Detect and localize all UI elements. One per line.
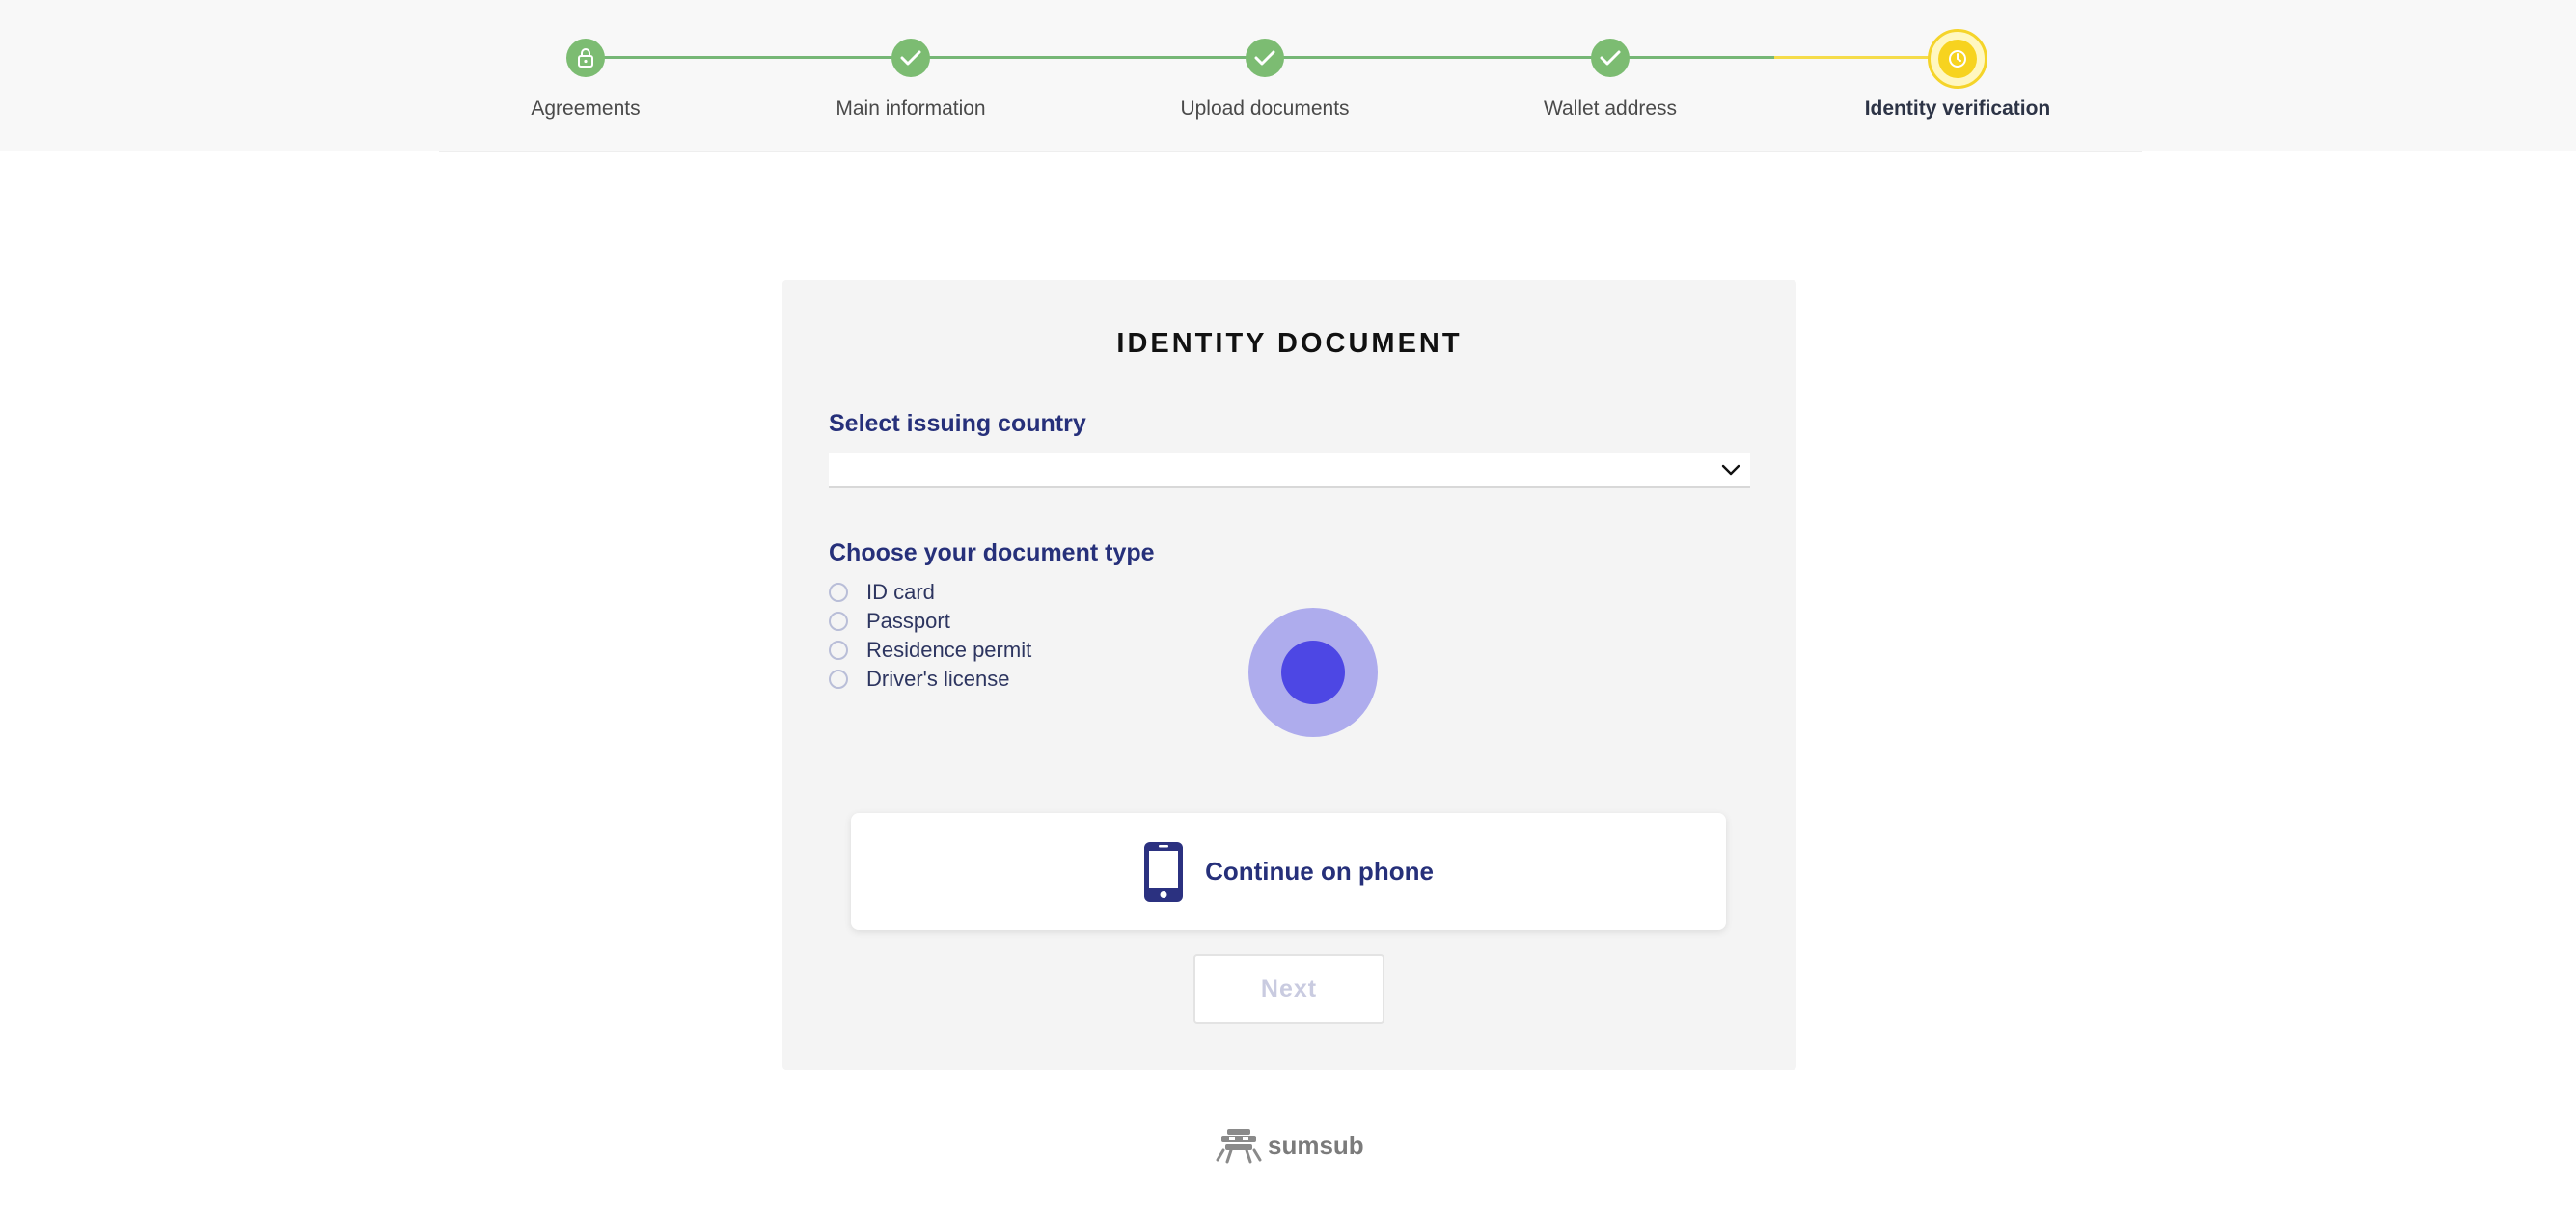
brand-name: sumsub: [1268, 1130, 1364, 1160]
option-label: ID card: [866, 580, 935, 604]
step-connector: [911, 56, 1265, 59]
step-label: Wallet address: [1543, 97, 1678, 120]
chevron-down-icon[interactable]: [1721, 463, 1740, 477]
step-label-active: Identity verification: [1864, 97, 2051, 120]
header-divider: [439, 151, 2142, 152]
step-agreements-indicator[interactable]: [566, 39, 605, 77]
radio-button[interactable]: [829, 612, 848, 631]
check-icon: [900, 50, 921, 66]
document-option-id-card[interactable]: ID card: [829, 580, 935, 605]
check-icon: [1254, 50, 1275, 66]
step-label: Agreements: [531, 97, 641, 120]
loading-spinner: [1248, 608, 1378, 737]
sumsub-logo-icon: [1216, 1129, 1262, 1164]
identity-document-card: IDENTITY DOCUMENT Select issuing country…: [782, 280, 1796, 1070]
option-label: Passport: [866, 609, 950, 633]
step-label: Upload documents: [1180, 97, 1350, 120]
country-label: Select issuing country: [829, 410, 1086, 437]
country-select[interactable]: [829, 453, 1750, 488]
radio-button[interactable]: [829, 583, 848, 602]
clock-icon: [1949, 50, 1966, 68]
progress-stepper: Agreements Main information Upload docum…: [0, 0, 2576, 151]
document-type-label: Choose your document type: [829, 539, 1155, 566]
step-identity-verification-indicator[interactable]: [1928, 29, 1987, 89]
step-main-information-indicator[interactable]: [891, 39, 930, 77]
step-connector: [1265, 56, 1610, 59]
lock-icon: [578, 48, 593, 68]
next-button[interactable]: Next: [1193, 954, 1384, 1024]
smartphone-icon: [1143, 841, 1184, 903]
radio-button[interactable]: [829, 670, 848, 689]
sumsub-logo: sumsub: [1216, 1126, 1364, 1164]
document-option-drivers-license[interactable]: Driver's license: [829, 667, 1009, 692]
step-upload-documents-indicator[interactable]: [1246, 39, 1284, 77]
loading-spinner-core: [1281, 641, 1345, 704]
continue-on-phone-label: Continue on phone: [1205, 857, 1434, 886]
document-option-passport[interactable]: Passport: [829, 609, 950, 634]
page-title: IDENTITY DOCUMENT: [1116, 328, 1463, 359]
check-icon: [1600, 50, 1621, 66]
step-connector: [1610, 56, 1774, 59]
step-wallet-address-indicator[interactable]: [1591, 39, 1630, 77]
step-connector: [586, 56, 911, 59]
option-label: Residence permit: [866, 638, 1032, 662]
document-option-residence-permit[interactable]: Residence permit: [829, 638, 1031, 663]
radio-button[interactable]: [829, 641, 848, 660]
step-label: Main information: [836, 97, 986, 120]
continue-on-phone-button[interactable]: Continue on phone: [851, 813, 1726, 930]
option-label: Driver's license: [866, 667, 1010, 691]
